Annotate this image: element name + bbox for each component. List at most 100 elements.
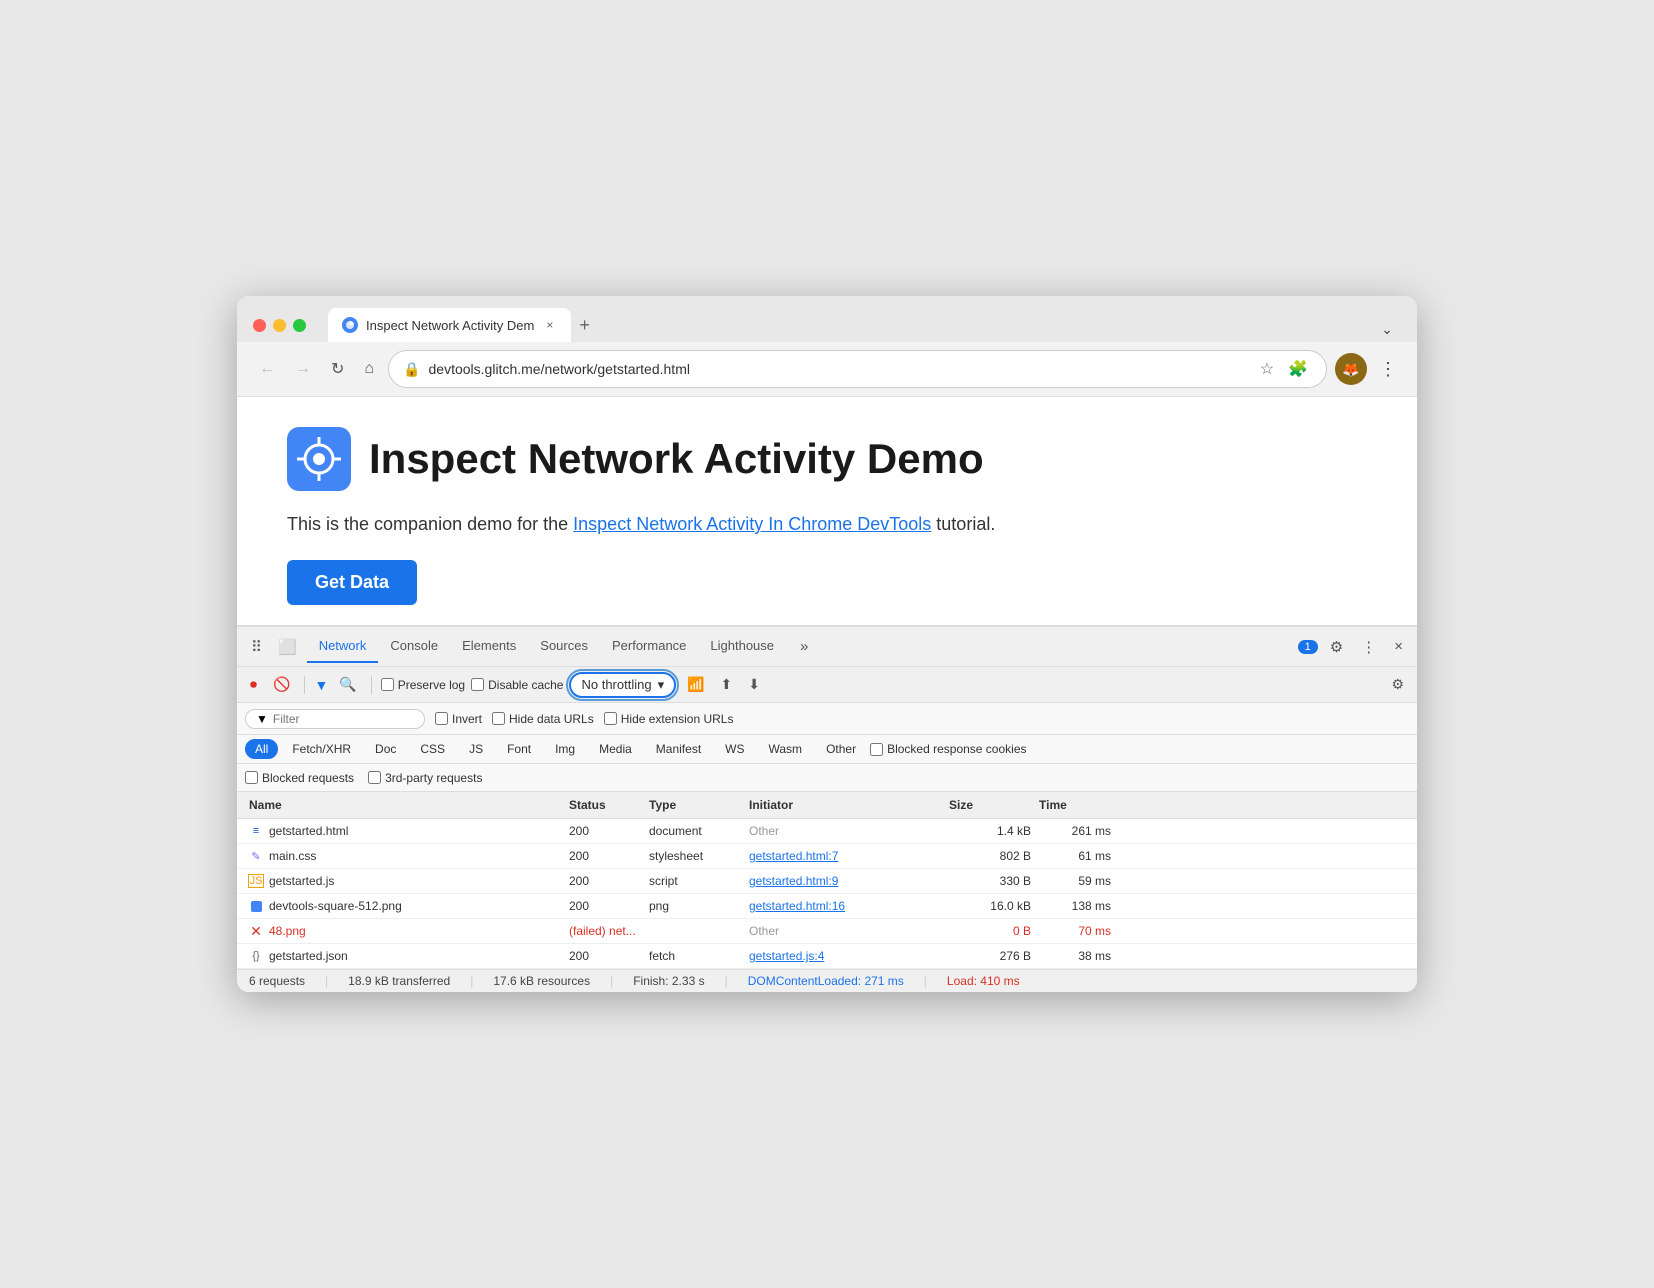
- hide-data-urls-checkbox[interactable]: [492, 712, 505, 725]
- description-suffix: tutorial.: [931, 514, 995, 534]
- home-button[interactable]: ⌂: [358, 356, 380, 382]
- table-row[interactable]: {}getstarted.json200fetchgetstarted.js:4…: [237, 944, 1417, 969]
- type-pill-manifest[interactable]: Manifest: [646, 739, 711, 759]
- page-header: Inspect Network Activity Demo: [287, 427, 1367, 491]
- type-pill-img[interactable]: Img: [545, 739, 585, 759]
- record-button[interactable]: ⏺: [245, 673, 262, 696]
- tab-arrow[interactable]: ⌄: [1373, 317, 1401, 342]
- search-button[interactable]: 🔍: [334, 673, 361, 696]
- devtools-select-icon[interactable]: ⠿: [245, 634, 268, 660]
- third-party-label[interactable]: 3rd-party requests: [368, 771, 482, 785]
- type-pill-js[interactable]: JS: [459, 739, 493, 759]
- devtools-tab-lighthouse[interactable]: Lighthouse: [698, 630, 786, 663]
- row-time-col: 59 ms: [1035, 872, 1115, 890]
- throttle-dropdown[interactable]: No throttling ▾: [569, 672, 676, 698]
- get-data-button[interactable]: Get Data: [287, 560, 417, 605]
- type-pill-font[interactable]: Font: [497, 739, 541, 759]
- table-row[interactable]: ✕48.png(failed) net...Other0 B70 ms: [237, 919, 1417, 944]
- devtools-more-button[interactable]: ⋮: [1355, 634, 1382, 660]
- row-name-col: devtools-square-512.png: [245, 897, 565, 915]
- devtools-panel: ⠿ ⬜ NetworkConsoleElementsSourcesPerform…: [237, 625, 1417, 992]
- traffic-light-yellow[interactable]: [273, 319, 286, 332]
- wifi-button[interactable]: 📶: [682, 673, 709, 696]
- reload-button[interactable]: ↻: [325, 355, 350, 383]
- table-row[interactable]: devtools-square-512.png200pnggetstarted.…: [237, 894, 1417, 919]
- hide-extension-urls-checkbox[interactable]: [604, 712, 617, 725]
- devtools-tab-sources[interactable]: Sources: [528, 630, 600, 663]
- type-pill-other[interactable]: Other: [816, 739, 866, 759]
- initiator-link[interactable]: getstarted.html:9: [749, 874, 838, 888]
- third-party-checkbox[interactable]: [368, 771, 381, 784]
- devtools-tab-performance[interactable]: Performance: [600, 630, 698, 663]
- html-icon: ≡: [249, 824, 263, 838]
- initiator-link[interactable]: getstarted.js:4: [749, 949, 824, 963]
- clear-button[interactable]: 🚫: [268, 673, 295, 696]
- devtools-settings-button[interactable]: ⚙: [1324, 634, 1349, 660]
- description-link[interactable]: Inspect Network Activity In Chrome DevTo…: [573, 514, 931, 534]
- tab-close-button[interactable]: ×: [542, 316, 557, 334]
- disable-cache-label[interactable]: Disable cache: [471, 678, 563, 692]
- row-time-col: 61 ms: [1035, 847, 1115, 865]
- download-button[interactable]: ⬇: [743, 673, 765, 696]
- resources-size: 17.6 kB resources: [493, 974, 590, 988]
- blocked-response-cookies-text: Blocked response cookies: [887, 742, 1026, 756]
- devtools-tab-network[interactable]: Network: [307, 630, 379, 663]
- type-pill-fetch-xhr[interactable]: Fetch/XHR: [282, 739, 361, 759]
- type-pill-ws[interactable]: WS: [715, 739, 754, 759]
- network-table: NameStatusTypeInitiatorSizeTime ≡getstar…: [237, 792, 1417, 969]
- type-pill-all[interactable]: All: [245, 739, 278, 759]
- tabs-area: Inspect Network Activity Dem × + ⌄: [328, 308, 1401, 342]
- traffic-light-green[interactable]: [293, 319, 306, 332]
- address-bar[interactable]: 🔒 devtools.glitch.me/network/getstarted.…: [388, 350, 1327, 388]
- devtools-more-tabs-button[interactable]: »: [794, 634, 814, 659]
- type-pill-wasm[interactable]: Wasm: [759, 739, 813, 759]
- type-pill-doc[interactable]: Doc: [365, 739, 406, 759]
- table-row[interactable]: ≡getstarted.html200documentOther1.4 kB26…: [237, 819, 1417, 844]
- hide-data-urls-text: Hide data URLs: [509, 712, 594, 726]
- invert-checkbox[interactable]: [435, 712, 448, 725]
- blocked-response-cookies-checkbox[interactable]: [870, 743, 883, 756]
- row-initiator-col: getstarted.html:9: [745, 872, 945, 890]
- hide-extension-urls-label[interactable]: Hide extension URLs: [604, 712, 734, 726]
- blocked-requests-label[interactable]: Blocked requests: [245, 771, 354, 785]
- table-row[interactable]: JSgetstarted.js200scriptgetstarted.html:…: [237, 869, 1417, 894]
- upload-button[interactable]: ⬆: [716, 673, 738, 696]
- preserve-log-checkbox[interactable]: [381, 678, 394, 691]
- forward-button[interactable]: →: [289, 356, 317, 382]
- bookmark-button[interactable]: ☆: [1256, 357, 1278, 381]
- filter-input-wrap[interactable]: ▼: [245, 709, 425, 729]
- devtools-tab-console[interactable]: Console: [378, 630, 450, 663]
- disable-cache-checkbox[interactable]: [471, 678, 484, 691]
- filter-funnel-icon: ▼: [256, 712, 268, 726]
- devtools-device-icon[interactable]: ⬜: [272, 634, 303, 660]
- devtools-tab-elements[interactable]: Elements: [450, 630, 528, 663]
- type-pill-media[interactable]: Media: [589, 739, 642, 759]
- devtools-close-button[interactable]: ×: [1388, 634, 1409, 659]
- devtools-logo: [287, 427, 351, 491]
- filter-input[interactable]: [273, 712, 413, 726]
- page-content: Inspect Network Activity Demo This is th…: [237, 396, 1417, 625]
- disable-cache-text: Disable cache: [488, 678, 563, 692]
- browser-more-button[interactable]: ⋮: [1375, 355, 1401, 384]
- back-button[interactable]: ←: [253, 356, 281, 382]
- third-party-text: 3rd-party requests: [385, 771, 482, 785]
- initiator-link[interactable]: getstarted.html:16: [749, 899, 845, 913]
- blocked-requests-checkbox[interactable]: [245, 771, 258, 784]
- network-settings-button[interactable]: ⚙: [1386, 673, 1409, 696]
- initiator-link[interactable]: getstarted.html:7: [749, 849, 838, 863]
- profile-button[interactable]: 🦊: [1335, 353, 1367, 385]
- invert-label[interactable]: Invert: [435, 712, 482, 726]
- table-row[interactable]: ✎main.css200stylesheetgetstarted.html:78…: [237, 844, 1417, 869]
- blocked-response-cookies-label[interactable]: Blocked response cookies: [870, 742, 1026, 756]
- row-name-col: ✎main.css: [245, 847, 565, 865]
- hide-data-urls-label[interactable]: Hide data URLs: [492, 712, 594, 726]
- extensions-button[interactable]: 🧩: [1284, 357, 1312, 381]
- type-pill-css[interactable]: CSS: [410, 739, 455, 759]
- table-col-initiator: Initiator: [745, 796, 945, 814]
- new-tab-button[interactable]: +: [571, 311, 598, 340]
- active-tab[interactable]: Inspect Network Activity Dem ×: [328, 308, 571, 342]
- preserve-log-label[interactable]: Preserve log: [381, 678, 465, 692]
- traffic-light-red[interactable]: [253, 319, 266, 332]
- browser-window: Inspect Network Activity Dem × + ⌄ ← → ↻…: [237, 296, 1417, 992]
- address-text: devtools.glitch.me/network/getstarted.ht…: [429, 361, 1248, 377]
